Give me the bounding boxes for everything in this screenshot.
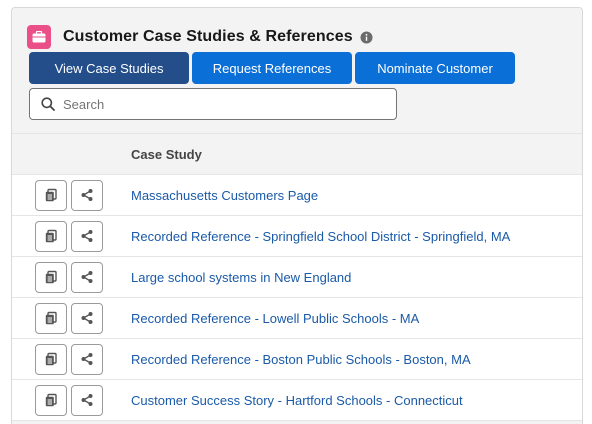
page-title: Customer Case Studies & References: [63, 28, 353, 45]
copy-icon[interactable]: [35, 384, 67, 416]
nominate-customer-button[interactable]: Nominate Customer: [355, 52, 515, 84]
request-references-button[interactable]: Request References: [192, 52, 352, 84]
row-actions: [12, 261, 131, 293]
share-icon[interactable]: [71, 220, 103, 252]
case-study-table: Case Study Massachusetts Customers Page R…: [12, 133, 582, 421]
case-study-link[interactable]: Recorded Reference - Boston Public Schoo…: [131, 352, 471, 367]
view-case-studies-button[interactable]: View Case Studies: [29, 52, 189, 84]
search-icon: [41, 97, 55, 111]
row-actions: [12, 384, 131, 416]
copy-icon[interactable]: [35, 261, 67, 293]
table-row: Recorded Reference - Lowell Public Schoo…: [12, 298, 582, 339]
table-row: Recorded Reference - Boston Public Schoo…: [12, 339, 582, 380]
row-actions: [12, 220, 131, 252]
row-actions: [12, 179, 131, 211]
table-body: Massachusetts Customers Page Recorded Ref…: [12, 175, 582, 421]
case-study-link[interactable]: Massachusetts Customers Page: [131, 188, 318, 203]
search-box: [29, 88, 397, 120]
share-icon[interactable]: [71, 343, 103, 375]
table-header: Case Study: [12, 134, 582, 175]
share-icon[interactable]: [71, 302, 103, 334]
action-button-group: View Case Studies Request References Nom…: [29, 52, 518, 84]
info-icon[interactable]: [360, 31, 373, 44]
copy-icon[interactable]: [35, 343, 67, 375]
briefcase-icon: [27, 25, 51, 49]
case-study-link[interactable]: Recorded Reference - Springfield School …: [131, 229, 510, 244]
copy-icon[interactable]: [35, 302, 67, 334]
table-row: Customer Success Story - Hartford School…: [12, 380, 582, 421]
case-study-link[interactable]: Large school systems in New England: [131, 270, 351, 285]
search-input[interactable]: [63, 96, 383, 112]
table-row: Recorded Reference - Springfield School …: [12, 216, 582, 257]
case-study-link[interactable]: Customer Success Story - Hartford School…: [131, 393, 463, 408]
case-studies-card: Customer Case Studies & References View …: [11, 7, 583, 424]
share-icon[interactable]: [71, 384, 103, 416]
column-header-case-study: Case Study: [131, 146, 202, 162]
table-row: Massachusetts Customers Page: [12, 175, 582, 216]
copy-icon[interactable]: [35, 220, 67, 252]
case-study-link[interactable]: Recorded Reference - Lowell Public Schoo…: [131, 311, 419, 326]
card-header: Customer Case Studies & References View …: [12, 8, 582, 133]
share-icon[interactable]: [71, 261, 103, 293]
share-icon[interactable]: [71, 179, 103, 211]
row-actions: [12, 302, 131, 334]
row-actions: [12, 343, 131, 375]
title-row: Customer Case Studies & References: [27, 25, 373, 49]
table-row: Large school systems in New England: [12, 257, 582, 298]
copy-icon[interactable]: [35, 179, 67, 211]
